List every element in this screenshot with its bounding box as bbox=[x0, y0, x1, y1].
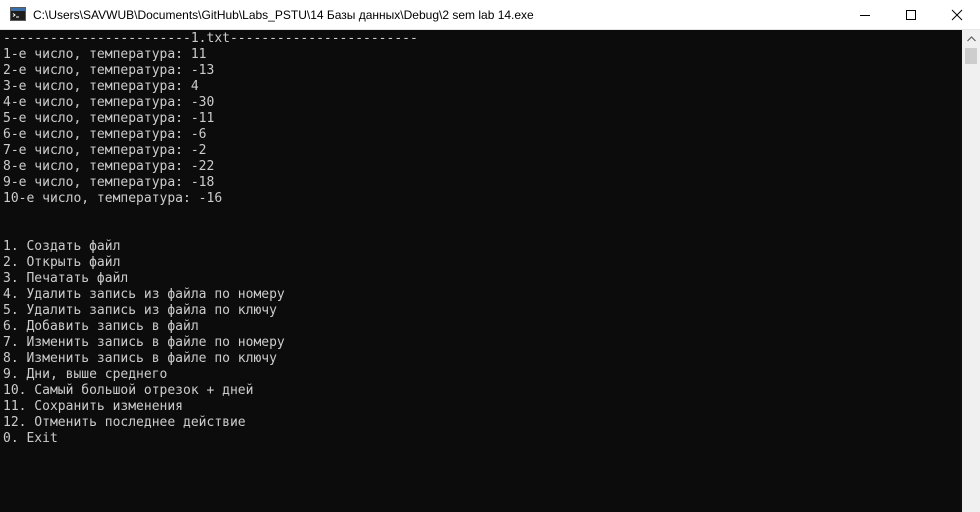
console-line: 5-е число, температура: -11 bbox=[3, 111, 215, 126]
console-output[interactable]: ------------------------1.txt-----------… bbox=[0, 30, 962, 512]
console-line: 6-е число, температура: -6 bbox=[3, 127, 207, 142]
minimize-button[interactable] bbox=[842, 0, 888, 30]
console-line: 0. Exit bbox=[3, 431, 58, 446]
console-line: 8-е число, температура: -22 bbox=[3, 159, 215, 174]
vertical-scrollbar[interactable] bbox=[962, 30, 980, 512]
console-line: 7. Изменить запись в файле по номеру bbox=[3, 335, 285, 350]
console-app-icon bbox=[10, 7, 26, 21]
console-line: 1. Создать файл bbox=[3, 239, 121, 254]
console-line: 9-е число, температура: -18 bbox=[3, 175, 215, 190]
console-line: 3-е число, температура: 4 bbox=[3, 79, 199, 94]
close-icon bbox=[951, 9, 963, 21]
console-line: 3. Печатать файл bbox=[3, 271, 129, 286]
console-line: 10-е число, температура: -16 bbox=[3, 191, 223, 206]
console-lines: ------------------------1.txt-----------… bbox=[3, 31, 418, 447]
maximize-icon bbox=[906, 10, 916, 20]
console-line: 4. Удалить запись из файла по номеру bbox=[3, 287, 285, 302]
chevron-up-icon bbox=[966, 35, 976, 41]
console-line: 2-е число, температура: -13 bbox=[3, 63, 215, 78]
console-line: 9. Дни, выше среднего bbox=[3, 367, 168, 382]
maximize-button[interactable] bbox=[888, 0, 934, 30]
console-line: ------------------------1.txt-----------… bbox=[3, 31, 418, 46]
console-line: 11. Сохранить изменения bbox=[3, 399, 184, 414]
console-line: 10. Самый большой отрезок + дней bbox=[3, 383, 254, 398]
console-line: 4-е число, температура: -30 bbox=[3, 95, 215, 110]
console-line: 5. Удалить запись из файла по ключу bbox=[3, 303, 277, 318]
console-window: C:\Users\SAVWUB\Documents\GitHub\Labs_PS… bbox=[0, 0, 980, 512]
close-button[interactable] bbox=[934, 0, 980, 30]
console-line: 12. Отменить последнее действие bbox=[3, 415, 246, 430]
scroll-thumb[interactable] bbox=[965, 48, 977, 64]
window-title: C:\Users\SAVWUB\Documents\GitHub\Labs_PS… bbox=[33, 8, 534, 22]
minimize-icon bbox=[860, 15, 870, 16]
console-line: 8. Изменить запись в файле по ключу bbox=[3, 351, 277, 366]
console-line: 1-е число, температура: 11 bbox=[3, 47, 207, 62]
console-line: 2. Открыть файл bbox=[3, 255, 121, 270]
console-line: 7-е число, температура: -2 bbox=[3, 143, 207, 158]
console-line: 6. Добавить запись в файл bbox=[3, 319, 199, 334]
title-bar[interactable]: C:\Users\SAVWUB\Documents\GitHub\Labs_PS… bbox=[0, 0, 980, 30]
scroll-up-button[interactable] bbox=[962, 30, 980, 47]
